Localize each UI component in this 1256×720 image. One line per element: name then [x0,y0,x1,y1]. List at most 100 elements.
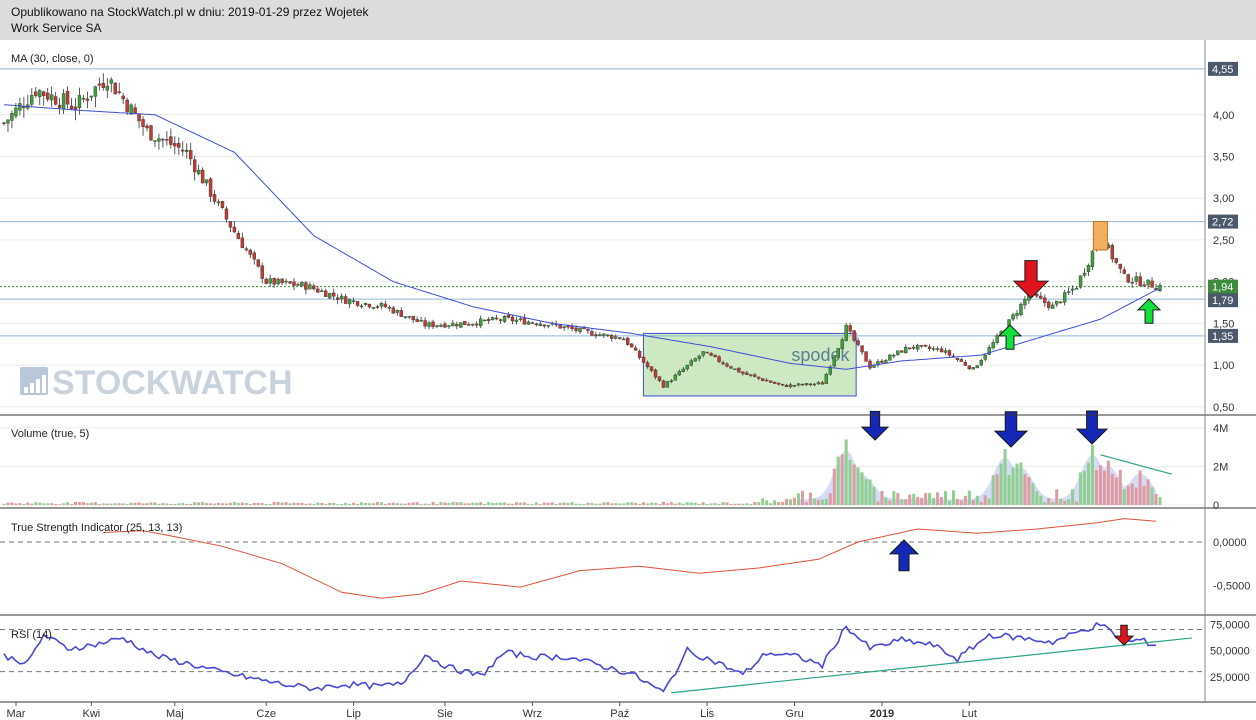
candle-body [65,90,70,105]
candle-body [1130,281,1134,284]
volume-bar [431,501,435,505]
candle-body [1150,280,1154,288]
volume-bar [264,503,268,505]
volume-bar [622,503,626,505]
volume-bar [129,502,133,505]
volume-bar [252,503,256,505]
candle-body [367,303,372,308]
volume-bar [995,474,999,505]
volume-bar [685,502,689,505]
volume-bar [320,502,324,505]
volume-bar [852,464,856,505]
volume-bar [955,498,959,505]
volume-bar [387,503,391,505]
volume-bar [236,503,240,505]
volume-bar [375,501,379,505]
watermark-text: STOCKWATCH [52,364,293,402]
watermark-bar-icon [42,375,46,393]
chart-svg: 4,003,503,002,502,001,501,000,50STOCKWAT… [0,40,1256,720]
volume-bar [753,502,757,505]
price-panel-title: MA (30, close, 0) [11,53,94,65]
volume-bar [153,502,157,505]
candle-body [741,371,745,374]
volume-bar [1158,496,1162,505]
candle-body [355,301,360,306]
x-tick-label: Maj [166,708,184,720]
volume-bar [360,502,364,505]
volume-bar [594,503,598,505]
candle-body [677,371,682,376]
candle-body [502,316,507,322]
level-label: 1,35 [1212,331,1233,343]
candle-body [1126,274,1130,283]
volume-bar [1079,472,1083,505]
volume-bar [352,502,356,505]
volume-bar [14,503,18,505]
published-info: Opublikowano na StockWatch.pl w dniu: 20… [11,5,369,19]
candle-body [69,105,74,110]
volume-bar [578,503,582,505]
volume-bar [439,502,443,505]
volume-bar [1035,491,1039,505]
level-label: 1,94 [1212,282,1233,294]
candle-body [808,383,813,386]
volume-bar [169,504,173,505]
volume-bar [367,503,371,505]
volume-bar [30,503,34,505]
highlight-candle-box [1092,221,1108,251]
candle-body [848,325,852,332]
candle-body [109,79,113,84]
candle-body [649,366,654,371]
volume-bar [495,502,499,505]
blue-arrow-icon [888,539,920,572]
candle-body [1146,279,1150,286]
candle-body [121,95,125,100]
volume-bar [348,503,352,505]
volume-bar [657,504,661,505]
volume-bar [70,504,74,505]
volume-bar [725,502,729,505]
volume-bar [951,490,955,505]
volume-bar [435,504,439,505]
candle-body [590,331,594,336]
volume-bar [737,503,741,505]
candle-body [475,323,479,326]
volume-bar [1106,460,1110,505]
volume-bar [896,493,900,505]
volume-bar [1130,483,1134,505]
y-tick-label: 4,00 [1213,110,1234,122]
candle-body [892,354,896,357]
candle-body [530,322,535,324]
candle-body [721,362,725,365]
candle-body [979,360,983,366]
volume-bar [185,503,189,505]
candle-body [1011,314,1015,320]
x-tick-label: Lut [962,708,977,720]
volume-bar [165,503,169,505]
candle-body [1039,295,1043,299]
candle-body [371,307,376,309]
candle-body [614,336,618,339]
volume-bar [232,501,236,505]
candle-body [312,285,316,290]
volume-bar [634,502,638,505]
volume-bar [570,502,574,505]
candle-body [681,368,685,372]
volume-bar [721,502,725,505]
volume-bar [427,504,431,505]
candle-body [765,379,769,382]
candle-body [415,319,419,323]
volume-bar [105,503,109,505]
volume-bar [797,493,801,505]
candle-body [141,119,145,128]
candle-body [339,295,344,300]
volume-bar [530,504,534,505]
volume-bar [900,499,904,505]
candle-body [479,318,483,326]
volume-bar [1083,471,1087,505]
candle-body [578,327,582,333]
volume-bar [205,503,209,505]
volume-bar [566,503,570,505]
volume-bar [217,502,221,505]
candle-body [411,315,415,321]
